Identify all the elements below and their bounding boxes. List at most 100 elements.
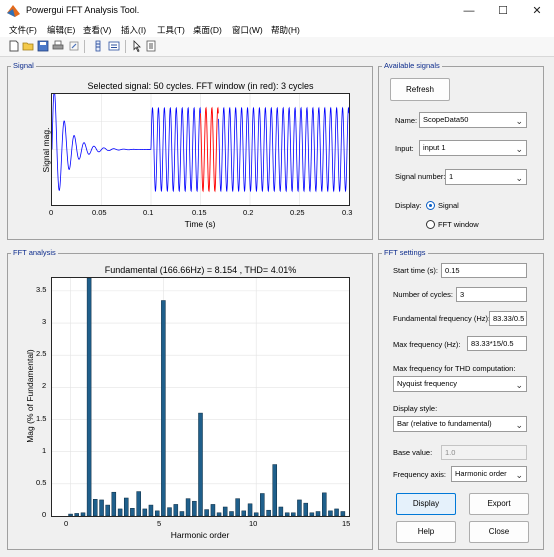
menu-view[interactable]: 查看(V) xyxy=(83,24,111,36)
start-time-input[interactable]: 0.15 xyxy=(441,263,527,278)
chevron-down-icon: ⌄ xyxy=(515,173,523,183)
signal-number-select[interactable]: 1 ⌄ xyxy=(445,169,527,185)
number-of-cycles-input[interactable]: 3 xyxy=(456,287,527,302)
print-icon[interactable] xyxy=(52,40,64,52)
fft-bar xyxy=(80,512,86,516)
menu-file[interactable]: 文件(F) xyxy=(9,24,37,36)
base-value-label: Base value: xyxy=(393,448,433,457)
fft-bar xyxy=(142,508,148,516)
signal-ylabel: Signal mag. xyxy=(41,127,51,173)
fft-bar xyxy=(204,509,209,516)
new-file-icon[interactable] xyxy=(8,40,20,52)
number-of-cycles-label: Number of cycles: xyxy=(393,290,454,299)
name-select[interactable]: ScopeData50 ⌄ xyxy=(419,112,527,128)
radio-fft-window[interactable] xyxy=(426,220,435,229)
fft-xtick: 0 xyxy=(64,519,69,528)
fft-bar xyxy=(297,499,302,516)
frequency-axis-label: Frequency axis: xyxy=(393,470,446,479)
fft-panel-title: FFT analysis xyxy=(11,248,58,257)
signal-axes[interactable] xyxy=(51,93,350,206)
fft-bar xyxy=(328,510,333,516)
fft-ytick: 0 xyxy=(42,510,47,519)
export-button[interactable]: Export xyxy=(469,493,529,515)
name-select-value: ScopeData50 xyxy=(423,115,469,124)
toolbar-divider xyxy=(84,40,85,53)
colorbar-icon[interactable] xyxy=(92,40,104,52)
fft-bar xyxy=(179,511,185,516)
fft-xtick: 15 xyxy=(342,519,351,528)
fft-bar xyxy=(334,508,339,516)
display-style-select[interactable]: Bar (relative to fundamental) ⌄ xyxy=(393,416,527,432)
menu-window[interactable]: 窗口(W) xyxy=(232,24,263,36)
close-button[interactable]: Close xyxy=(469,521,529,543)
fft-bar xyxy=(192,500,197,516)
fft-bar xyxy=(291,512,296,516)
signal-number-value: 1 xyxy=(449,172,454,181)
window-title: Powergui FFT Analysis Tool. xyxy=(26,5,140,15)
fft-bar xyxy=(167,507,172,516)
signal-xtick: 0.05 xyxy=(92,208,107,217)
matlab-app-icon xyxy=(7,5,20,17)
maximize-icon[interactable]: ☐ xyxy=(486,0,520,22)
menu-tools[interactable]: 工具(T) xyxy=(157,24,185,36)
save-icon[interactable] xyxy=(37,40,49,52)
fft-bar xyxy=(185,498,191,516)
base-value-input: 1.0 xyxy=(441,445,527,460)
fft-plot xyxy=(52,278,349,516)
property-inspector-icon[interactable] xyxy=(145,40,157,52)
fundamental-frequency-input[interactable]: 83.33/0.5 xyxy=(489,311,527,326)
menu-insert[interactable]: 插入(I) xyxy=(121,24,146,36)
fft-bar xyxy=(247,503,253,516)
open-folder-icon[interactable] xyxy=(22,40,34,52)
fft-bar xyxy=(340,511,346,516)
fft-bar xyxy=(173,504,179,516)
fft-bar xyxy=(315,511,321,516)
legend-icon[interactable] xyxy=(108,40,120,52)
signal-panel-title: Signal xyxy=(11,61,36,70)
fft-axes[interactable] xyxy=(51,277,350,517)
minimize-icon[interactable]: — xyxy=(452,0,486,22)
pointer-icon[interactable] xyxy=(131,40,143,52)
close-icon[interactable]: ✕ xyxy=(520,0,554,22)
fft-ytick: 1 xyxy=(42,446,47,455)
fft-bar xyxy=(241,510,247,516)
chevron-down-icon: ⌄ xyxy=(515,470,523,480)
fundamental-frequency-label: Fundamental frequency (Hz): xyxy=(393,314,491,323)
frequency-axis-select[interactable]: Harmonic order ⌄ xyxy=(451,466,527,482)
link-icon[interactable] xyxy=(68,40,80,52)
start-time-label: Start time (s): xyxy=(393,266,439,275)
fft-bar xyxy=(154,510,160,516)
max-frequency-input[interactable]: 83.33*15/0.5 xyxy=(467,336,527,351)
fft-bar xyxy=(130,508,135,516)
signal-xtick: 0.3 xyxy=(342,208,353,217)
fft-bar xyxy=(86,278,92,516)
input-select[interactable]: input 1 ⌄ xyxy=(419,140,527,156)
radio-fft-window-label[interactable]: FFT window xyxy=(438,220,479,229)
signal-xtick: 0.2 xyxy=(243,208,254,217)
menu-edit[interactable]: 编辑(E) xyxy=(47,24,75,36)
refresh-button[interactable]: Refresh xyxy=(390,78,450,101)
menu-help[interactable]: 帮助(H) xyxy=(271,24,300,36)
thd-max-frequency-value: Nyquist frequency xyxy=(397,379,458,388)
fft-bar xyxy=(235,498,240,516)
fft-ylabel: Mag (% of Fundamental) xyxy=(25,349,35,443)
fft-bar xyxy=(222,506,228,516)
fft-bar xyxy=(111,491,117,516)
fft-bar xyxy=(266,509,271,516)
radio-signal-label[interactable]: Signal xyxy=(438,201,459,210)
display-button[interactable]: Display xyxy=(396,493,456,515)
frequency-axis-value: Harmonic order xyxy=(455,469,507,478)
chevron-down-icon: ⌄ xyxy=(515,420,523,430)
fft-bar xyxy=(148,504,154,516)
fft-bar xyxy=(284,512,290,516)
fft-bar xyxy=(216,512,222,516)
fft-ytick: 2.5 xyxy=(36,349,47,358)
fft-bar xyxy=(322,492,327,516)
menu-desktop[interactable]: 桌面(D) xyxy=(193,24,222,36)
fft-ytick: 3.5 xyxy=(36,285,47,294)
radio-signal[interactable] xyxy=(426,201,435,210)
help-button[interactable]: Help xyxy=(396,521,456,543)
fft-ytick: 1.5 xyxy=(36,414,47,423)
fft-xtick: 10 xyxy=(249,519,258,528)
thd-max-frequency-select[interactable]: Nyquist frequency ⌄ xyxy=(393,376,527,392)
